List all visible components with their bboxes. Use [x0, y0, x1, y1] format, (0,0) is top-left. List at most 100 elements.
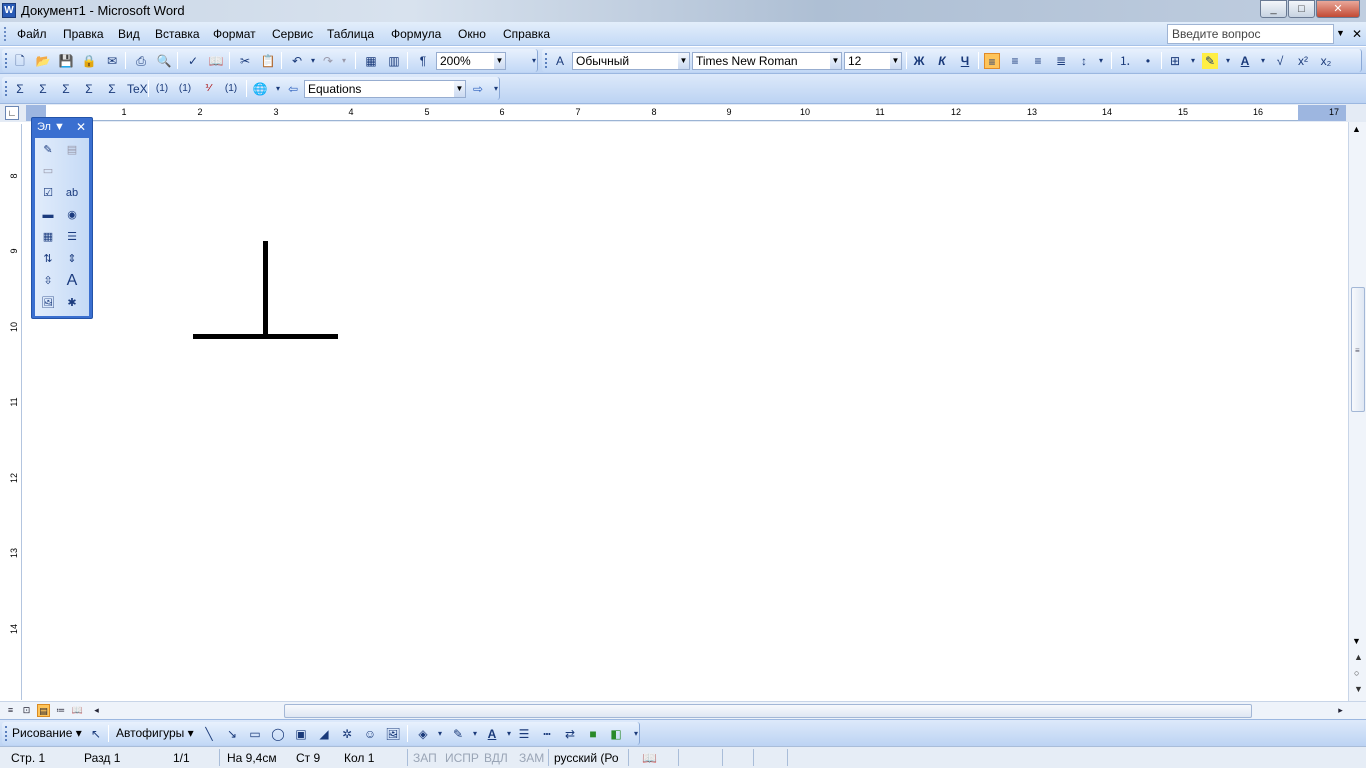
- zoom-select[interactable]: 200% ▼: [436, 52, 506, 70]
- equation-number-icon[interactable]: (1): [154, 81, 170, 97]
- toolbar-grip[interactable]: [545, 53, 548, 68]
- vertical-scrollbar[interactable]: ▲ ≡ ▼ ▲ ○ ▼: [1348, 122, 1366, 702]
- browse-object-icon[interactable]: ○: [1354, 668, 1359, 678]
- outline-view-icon[interactable]: ≔: [54, 704, 67, 717]
- minimize-button[interactable]: _: [1260, 0, 1287, 18]
- word-app-icon[interactable]: W: [2, 3, 16, 18]
- undo-icon[interactable]: ↶: [289, 53, 305, 69]
- numbering-icon[interactable]: ⒈: [1117, 53, 1133, 69]
- line-color-icon[interactable]: ✎: [450, 726, 466, 742]
- toolbar-options-icon[interactable]: ▾: [628, 726, 644, 742]
- spelling-status-icon[interactable]: 📖: [642, 751, 657, 765]
- align-left-icon[interactable]: ≡: [984, 53, 1000, 69]
- scroll-left-icon[interactable]: ◂: [90, 704, 103, 717]
- toolbar-grip[interactable]: [5, 53, 8, 68]
- sum-side-icon[interactable]: Σ: [81, 81, 97, 97]
- renumber-icon[interactable]: ⅟: [200, 81, 216, 97]
- document-close-icon[interactable]: ✕: [1352, 27, 1362, 41]
- underline-button[interactable]: Ч: [957, 53, 973, 69]
- status-track-changes[interactable]: ИСПР: [445, 751, 479, 765]
- menu-table[interactable]: Таблица: [327, 27, 374, 41]
- font-color-icon[interactable]: A: [484, 726, 500, 742]
- ask-question-input[interactable]: Введите вопрос: [1167, 24, 1334, 44]
- toggle-icon[interactable]: ⇅: [38, 250, 58, 268]
- chevron-down-icon[interactable]: ▼: [1336, 28, 1345, 38]
- email-icon[interactable]: ✉: [104, 53, 120, 69]
- scrollbar-icon[interactable]: ⇳: [38, 272, 58, 290]
- previous-arrow-icon[interactable]: ⇦: [285, 81, 301, 97]
- status-record[interactable]: ЗАП: [413, 751, 437, 765]
- diagram-icon[interactable]: ✲: [339, 726, 355, 742]
- chevron-down-icon[interactable]: ▾: [305, 53, 321, 69]
- line-spacing-icon[interactable]: ↕: [1076, 53, 1092, 69]
- menu-edit[interactable]: Правка: [63, 27, 104, 41]
- spelling-icon[interactable]: ✓: [185, 53, 201, 69]
- chevron-down-icon[interactable]: ▼: [830, 53, 841, 69]
- oval-icon[interactable]: ◯: [270, 726, 286, 742]
- horizontal-scrollbar[interactable]: ≡ ⊡ ▤ ≔ 📖 ◂ ▸: [0, 701, 1366, 719]
- equation-reference-icon[interactable]: (1): [177, 81, 193, 97]
- rectangle-icon[interactable]: ▭: [247, 726, 263, 742]
- new-document-icon[interactable]: 🗋: [12, 53, 28, 69]
- italic-button[interactable]: К: [934, 53, 950, 69]
- arrow-icon[interactable]: ↘: [224, 726, 240, 742]
- shadow-icon[interactable]: ■: [585, 726, 601, 742]
- insert-picture-icon[interactable]: 🖼: [385, 726, 401, 742]
- chevron-down-icon[interactable]: ▾: [432, 726, 448, 742]
- sum-limits-icon[interactable]: Σ: [35, 81, 51, 97]
- equation-style-select[interactable]: Equations ▼: [304, 80, 466, 98]
- equation-perpendicular-base[interactable]: [193, 334, 338, 339]
- toolbar-grip[interactable]: [5, 81, 8, 96]
- status-language[interactable]: русский (Ро: [554, 751, 619, 765]
- autoshapes-button[interactable]: Автофигуры ▾: [116, 726, 194, 740]
- chevron-down-icon[interactable]: ▼: [494, 53, 505, 69]
- chevron-down-icon[interactable]: ▾: [501, 726, 517, 742]
- sum-variant-icon[interactable]: Σ: [104, 81, 120, 97]
- normal-view-icon[interactable]: ≡: [4, 704, 17, 717]
- line-style-icon[interactable]: ☰: [516, 726, 532, 742]
- chevron-down-icon[interactable]: ▼: [54, 121, 65, 133]
- font-color-icon[interactable]: A: [1237, 53, 1253, 69]
- 3d-icon[interactable]: ◧: [608, 726, 624, 742]
- reading-view-icon[interactable]: 📖: [71, 704, 84, 717]
- align-right-icon[interactable]: ≡: [1030, 53, 1046, 69]
- menu-view[interactable]: Вид: [118, 27, 140, 41]
- bold-button[interactable]: Ж: [911, 53, 927, 69]
- status-extend[interactable]: ВДЛ: [484, 751, 508, 765]
- spinner-icon[interactable]: ⇕: [62, 250, 82, 268]
- forms-toolbar-header[interactable]: Эл ▼ ✕: [32, 118, 92, 138]
- status-overtype[interactable]: ЗАМ: [519, 751, 544, 765]
- menu-help[interactable]: Справка: [503, 27, 550, 41]
- textfield-icon[interactable]: ab: [62, 184, 82, 202]
- align-center-icon[interactable]: ≡: [1007, 53, 1023, 69]
- chevron-down-icon[interactable]: ▾: [1220, 53, 1236, 69]
- forms-toolbar[interactable]: Эл ▼ ✕ ✎ ▤ ▭ ☑ ab ▬ ◉ ▦ ☰ ⇅ ⇕ ⇳ A 🖼 ✱: [31, 117, 93, 319]
- tab-selector[interactable]: ∟: [5, 106, 19, 120]
- update-equations-icon[interactable]: (1): [223, 81, 239, 97]
- print-icon[interactable]: ⎙: [133, 53, 149, 69]
- show-formatting-icon[interactable]: ¶: [415, 53, 431, 69]
- listbox-icon[interactable]: ☰: [62, 228, 82, 246]
- clipart-icon[interactable]: ☺: [362, 726, 378, 742]
- chevron-down-icon[interactable]: ▾: [336, 53, 352, 69]
- checkbox-icon[interactable]: ☑: [38, 184, 58, 202]
- next-arrow-icon[interactable]: ⇨: [470, 81, 486, 97]
- highlight-icon[interactable]: ✎: [1202, 53, 1218, 69]
- cut-icon[interactable]: ✂: [237, 53, 253, 69]
- select-objects-icon[interactable]: ↖: [88, 726, 104, 742]
- chevron-down-icon[interactable]: ▾: [1185, 53, 1201, 69]
- draw-edit-icon[interactable]: ✎: [38, 141, 58, 159]
- more-controls-icon[interactable]: ✱: [62, 294, 82, 312]
- chevron-down-icon[interactable]: ▾: [1255, 53, 1271, 69]
- chevron-down-icon[interactable]: ▾: [467, 726, 483, 742]
- scroll-down-icon[interactable]: ▼: [1352, 636, 1361, 646]
- print-preview-icon[interactable]: 🔍: [156, 53, 172, 69]
- superscript-icon[interactable]: x²: [1295, 53, 1311, 69]
- equation-perpendicular-stem[interactable]: [263, 241, 268, 337]
- open-folder-icon[interactable]: 📂: [35, 53, 51, 69]
- chevron-down-icon[interactable]: ▾: [270, 81, 286, 97]
- arrow-style-icon[interactable]: ⇄: [562, 726, 578, 742]
- radio-icon[interactable]: ◉: [62, 206, 82, 224]
- menu-equation[interactable]: Формула: [391, 27, 441, 41]
- paste-icon[interactable]: 📋: [260, 53, 276, 69]
